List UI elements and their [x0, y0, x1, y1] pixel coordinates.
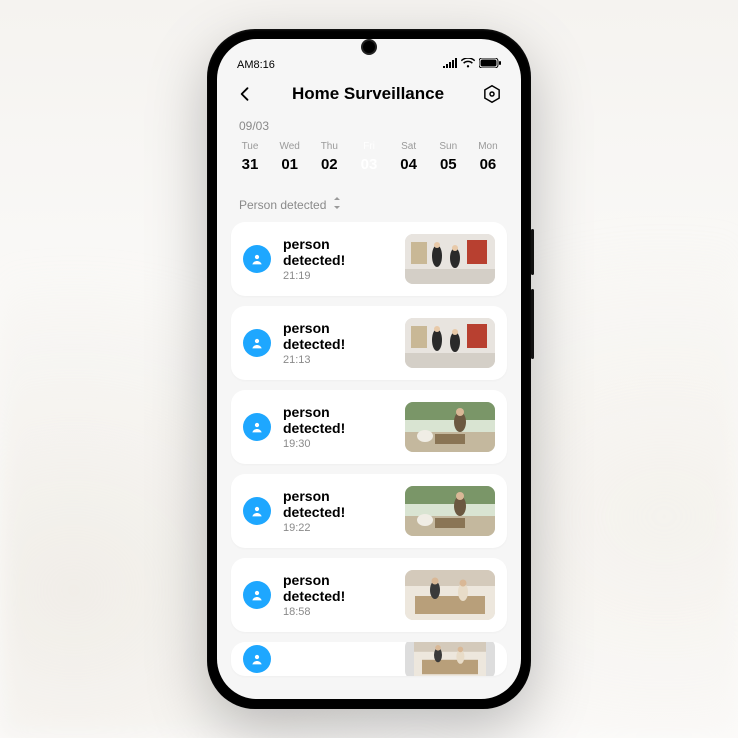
- screen: AM8:16 Home Surveillance: [217, 39, 521, 699]
- day-num: 03: [361, 156, 378, 173]
- day-dow: Sat: [401, 141, 416, 152]
- event-title: person detected!: [283, 404, 393, 436]
- day-dow: Mon: [478, 141, 497, 152]
- event-time: 21:19: [283, 270, 393, 282]
- event-thumbnail: [405, 318, 495, 368]
- event-card[interactable]: person detected! 19:22: [231, 474, 507, 548]
- event-thumbnail: [405, 402, 495, 452]
- event-card[interactable]: person detected! 21:13: [231, 306, 507, 380]
- event-text: person detected! 19:30: [283, 404, 393, 450]
- event-card[interactable]: [231, 642, 507, 676]
- event-text: person detected! 19:22: [283, 488, 393, 534]
- current-date-label: 09/03: [217, 113, 521, 135]
- person-icon: [243, 497, 271, 525]
- settings-button[interactable]: [481, 83, 503, 105]
- day-03[interactable]: Fri 03: [350, 141, 388, 173]
- event-title: person detected!: [283, 488, 393, 520]
- person-icon: [243, 581, 271, 609]
- day-02[interactable]: Thu 02: [310, 141, 348, 173]
- day-dow: Sun: [439, 141, 457, 152]
- day-31[interactable]: Tue 31: [231, 141, 269, 173]
- event-list: person detected! 21:19 person detected! 21:…: [217, 222, 521, 699]
- event-text: person detected! 18:58: [283, 572, 393, 618]
- person-icon: [243, 245, 271, 273]
- event-text: person detected! 21:13: [283, 320, 393, 366]
- day-num: 04: [400, 156, 417, 173]
- event-time: 18:58: [283, 606, 393, 618]
- day-num: 06: [480, 156, 497, 173]
- filter-label: Person detected: [239, 198, 326, 212]
- page-title: Home Surveillance: [292, 84, 444, 104]
- day-dow: Thu: [321, 141, 338, 152]
- event-card[interactable]: person detected! 19:30: [231, 390, 507, 464]
- day-dow: Fri: [363, 141, 375, 152]
- event-text: person detected! 21:19: [283, 236, 393, 282]
- day-04[interactable]: Sat 04: [390, 141, 428, 173]
- signal-icon: [443, 58, 457, 71]
- sort-icon: [332, 197, 342, 212]
- event-title: person detected!: [283, 572, 393, 604]
- status-time: AM8:16: [237, 59, 275, 71]
- day-dow: Wed: [279, 141, 299, 152]
- back-button[interactable]: [235, 84, 255, 104]
- event-card[interactable]: person detected! 21:19: [231, 222, 507, 296]
- event-thumbnail: [405, 486, 495, 536]
- event-thumbnail: [405, 570, 495, 620]
- event-title: person detected!: [283, 236, 393, 268]
- day-06[interactable]: Mon 06: [469, 141, 507, 173]
- event-title: person detected!: [283, 320, 393, 352]
- event-time: 19:22: [283, 522, 393, 534]
- day-num: 31: [242, 156, 259, 173]
- event-card[interactable]: person detected! 18:58: [231, 558, 507, 632]
- filter-dropdown[interactable]: Person detected: [217, 185, 521, 222]
- day-num: 02: [321, 156, 338, 173]
- battery-icon: [479, 58, 501, 71]
- event-thumbnail: [405, 642, 495, 676]
- person-icon: [243, 413, 271, 441]
- event-time: 21:13: [283, 354, 393, 366]
- day-dow: Tue: [242, 141, 259, 152]
- wifi-icon: [461, 58, 475, 71]
- person-icon: [243, 329, 271, 357]
- day-num: 01: [281, 156, 298, 173]
- person-icon: [243, 645, 271, 673]
- event-time: 19:30: [283, 438, 393, 450]
- day-num: 05: [440, 156, 457, 173]
- event-thumbnail: [405, 234, 495, 284]
- day-01[interactable]: Wed 01: [271, 141, 309, 173]
- camera-hole: [363, 41, 375, 53]
- day-05[interactable]: Sun 05: [429, 141, 467, 173]
- day-selector: Tue 31 Wed 01 Thu 02 Fri 03 Sat 04 Sun 05 Mon 06: [217, 135, 521, 185]
- phone-frame: AM8:16 Home Surveillance: [207, 29, 531, 709]
- app-header: Home Surveillance: [217, 73, 521, 113]
